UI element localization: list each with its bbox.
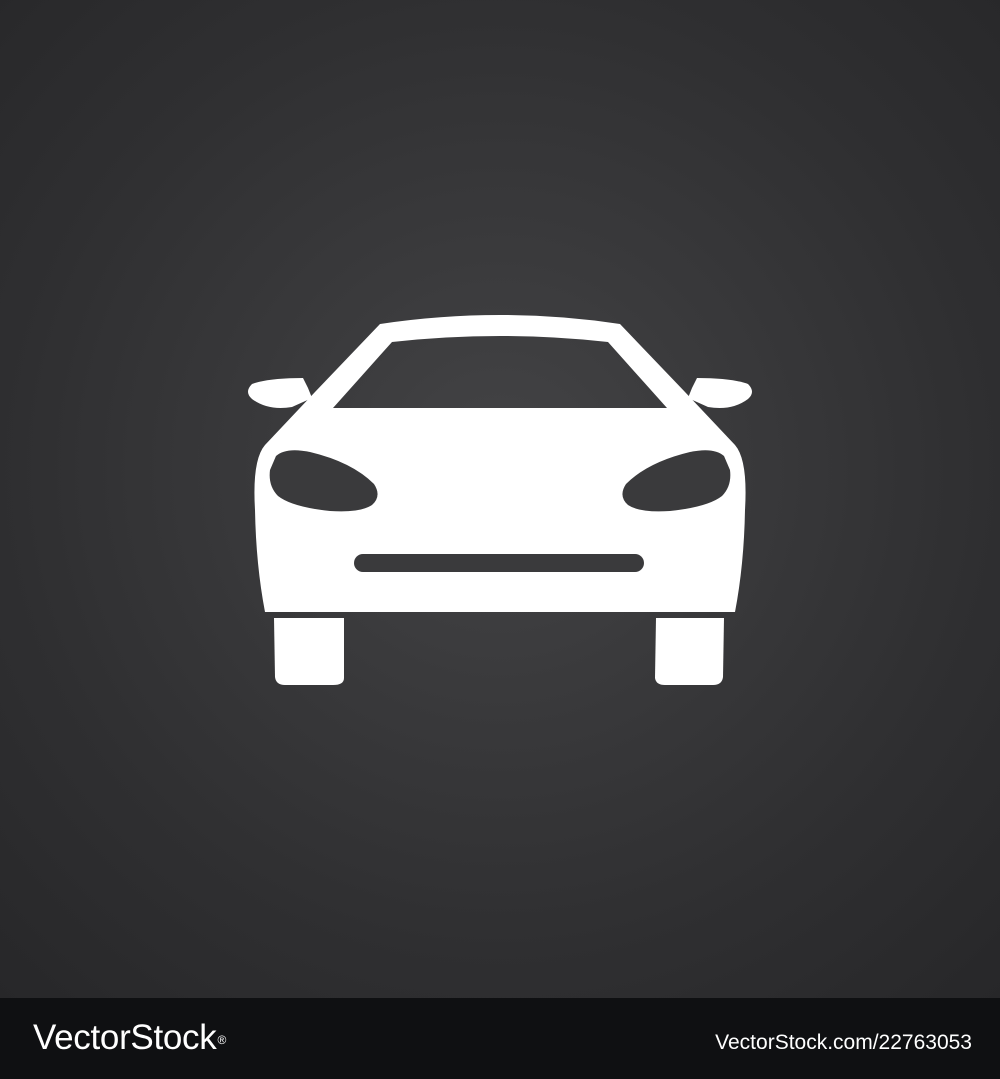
vectorstock-logo: VectorStock® [33, 1016, 226, 1060]
watermark-footer: VectorStock® VectorStock.com/22763053 [0, 998, 1000, 1079]
illustration-canvas [0, 0, 1000, 998]
grille [354, 554, 644, 572]
right-mirror [688, 378, 752, 408]
car-icon [248, 315, 752, 685]
right-wheel [655, 618, 724, 685]
left-wheel [274, 618, 344, 685]
logo-text: VectorStock [33, 1018, 217, 1057]
left-mirror [248, 378, 312, 408]
registered-mark: ® [217, 1033, 227, 1047]
image-id-label: VectorStock.com/22763053 [715, 1031, 972, 1054]
